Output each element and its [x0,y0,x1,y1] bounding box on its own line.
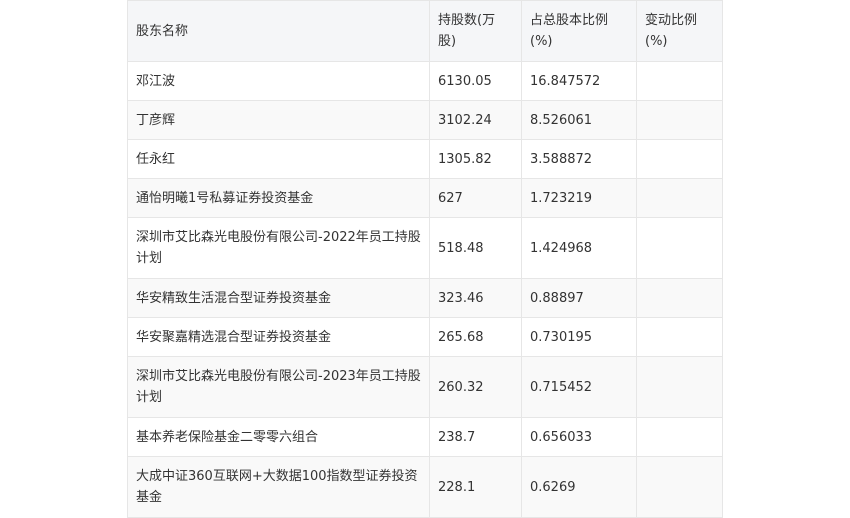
cell-change [636,139,723,179]
shareholders-table-container: 股东名称 持股数(万股) 占总股本比例(%) 变动比例(%) 邓江波 6130.… [127,0,723,518]
header-shareholder-name: 股东名称 [127,0,430,62]
cell-shares: 265.68 [429,317,522,357]
cell-shares: 228.1 [429,456,522,518]
cell-name: 邓江波 [127,61,430,101]
table-row: 通怡明曦1号私募证券投资基金 627 1.723219 [127,178,723,218]
cell-change [636,456,723,518]
cell-name: 任永红 [127,139,430,179]
header-shares: 持股数(万股) [429,0,522,62]
cell-ratio: 0.715452 [521,356,637,418]
shareholders-table: 股东名称 持股数(万股) 占总股本比例(%) 变动比例(%) 邓江波 6130.… [127,0,723,518]
header-ratio: 占总股本比例(%) [521,0,637,62]
cell-ratio: 0.730195 [521,317,637,357]
cell-shares: 260.32 [429,356,522,418]
header-change: 变动比例(%) [636,0,723,62]
cell-ratio: 0.6269 [521,456,637,518]
table-row: 基本养老保险基金二零零六组合 238.7 0.656033 [127,417,723,457]
cell-ratio: 1.424968 [521,217,637,279]
table-row: 邓江波 6130.05 16.847572 [127,61,723,101]
cell-name: 华安精致生活混合型证券投资基金 [127,278,430,318]
cell-shares: 238.7 [429,417,522,457]
table-row: 华安精致生活混合型证券投资基金 323.46 0.88897 [127,278,723,318]
cell-name: 大成中证360互联网+大数据100指数型证券投资基金 [127,456,430,518]
cell-shares: 3102.24 [429,100,522,140]
table-row: 深圳市艾比森光电股份有限公司-2023年员工持股计划 260.32 0.7154… [127,356,723,418]
cell-name: 深圳市艾比森光电股份有限公司-2023年员工持股计划 [127,356,430,418]
table-row: 华安聚嘉精选混合型证券投资基金 265.68 0.730195 [127,317,723,357]
cell-ratio: 0.656033 [521,417,637,457]
table-row: 大成中证360互联网+大数据100指数型证券投资基金 228.1 0.6269 [127,456,723,518]
cell-change [636,217,723,279]
cell-change [636,100,723,140]
cell-name: 深圳市艾比森光电股份有限公司-2022年员工持股计划 [127,217,430,279]
table-row: 深圳市艾比森光电股份有限公司-2022年员工持股计划 518.48 1.4249… [127,217,723,279]
cell-change [636,417,723,457]
cell-name: 丁彦辉 [127,100,430,140]
cell-name: 通怡明曦1号私募证券投资基金 [127,178,430,218]
cell-name: 基本养老保险基金二零零六组合 [127,417,430,457]
cell-change [636,61,723,101]
cell-shares: 1305.82 [429,139,522,179]
table-header-row: 股东名称 持股数(万股) 占总股本比例(%) 变动比例(%) [127,0,723,62]
cell-shares: 518.48 [429,217,522,279]
table-row: 任永红 1305.82 3.588872 [127,139,723,179]
cell-ratio: 1.723219 [521,178,637,218]
cell-shares: 627 [429,178,522,218]
table-row: 丁彦辉 3102.24 8.526061 [127,100,723,140]
cell-shares: 6130.05 [429,61,522,101]
cell-ratio: 16.847572 [521,61,637,101]
cell-ratio: 8.526061 [521,100,637,140]
cell-ratio: 0.88897 [521,278,637,318]
cell-change [636,178,723,218]
cell-change [636,278,723,318]
cell-shares: 323.46 [429,278,522,318]
cell-ratio: 3.588872 [521,139,637,179]
cell-change [636,317,723,357]
cell-change [636,356,723,418]
cell-name: 华安聚嘉精选混合型证券投资基金 [127,317,430,357]
